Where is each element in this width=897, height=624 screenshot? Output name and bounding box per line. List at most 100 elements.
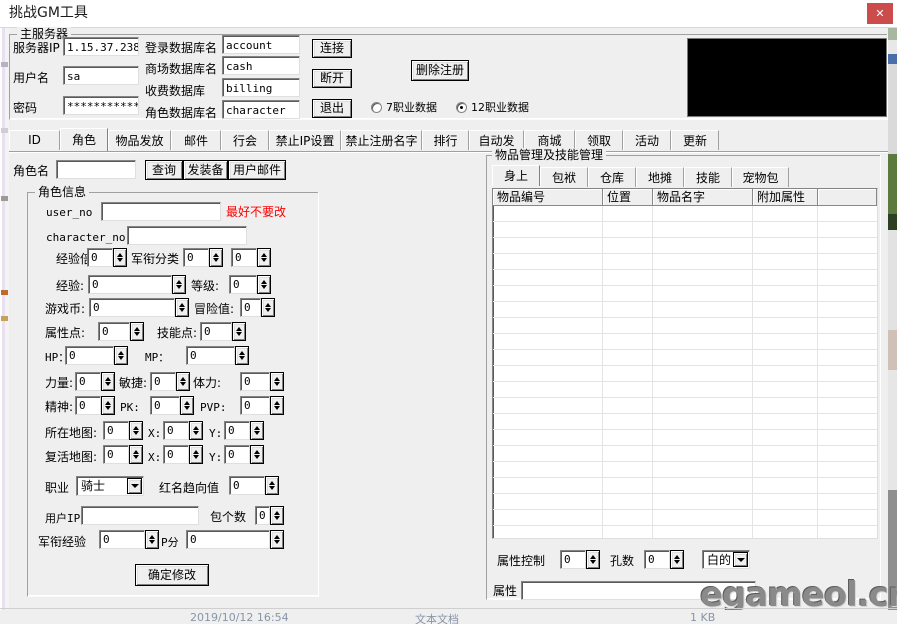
exp-multiplier-spinner[interactable]: 0 (87, 248, 127, 267)
attr-control-arrows[interactable] (586, 550, 600, 569)
tab-role[interactable]: 角色 (60, 128, 108, 151)
bag-count-value[interactable]: 0 (255, 506, 270, 525)
tab-claim[interactable]: 领取 (575, 130, 623, 150)
exp-multiplier-value[interactable]: 0 (87, 248, 113, 267)
revive-y-value[interactable]: 0 (224, 445, 250, 464)
table-row[interactable] (493, 286, 877, 302)
rank-exp-value[interactable]: 0 (99, 530, 145, 549)
p-score-value[interactable]: 0 (186, 530, 270, 549)
rank-exp-spinner[interactable]: 0 (99, 530, 159, 549)
item-list[interactable]: 物品编号 位置 物品名字 附加属性 (492, 188, 878, 539)
log-output-box[interactable] (687, 38, 887, 117)
hole-count-spinner[interactable]: 0 (644, 550, 684, 569)
current-map-value[interactable]: 0 (103, 421, 129, 440)
skill-points-value[interactable]: 0 (200, 322, 232, 341)
hp-value[interactable]: 0 (65, 346, 114, 365)
str-value[interactable]: 0 (75, 372, 101, 391)
pk-spinner[interactable]: 0 (150, 396, 194, 415)
exp-multiplier-arrows[interactable] (113, 248, 127, 267)
spirit-spinner[interactable]: 0 (75, 396, 115, 415)
disconnect-button[interactable]: 断开 (312, 69, 352, 88)
character-no-input[interactable] (127, 226, 247, 245)
revive-x-value[interactable]: 0 (163, 445, 189, 464)
rank-class-arrows[interactable] (209, 248, 223, 267)
table-row[interactable] (493, 334, 877, 350)
table-row[interactable] (493, 222, 877, 238)
table-row[interactable] (493, 254, 877, 270)
revive-y-arrows[interactable] (250, 445, 264, 464)
connect-button[interactable]: 连接 (312, 39, 352, 58)
exp-spinner[interactable]: 0 (88, 275, 186, 294)
exp-value[interactable]: 0 (88, 275, 172, 294)
spirit-arrows[interactable] (101, 396, 115, 415)
billing-db-input[interactable]: billing (222, 78, 300, 97)
table-row[interactable] (493, 382, 877, 398)
str-arrows[interactable] (101, 372, 115, 391)
current-map-arrows[interactable] (129, 421, 143, 440)
table-row[interactable] (493, 206, 877, 222)
table-row[interactable] (493, 350, 877, 366)
table-row[interactable] (493, 366, 877, 382)
pk-value[interactable]: 0 (150, 396, 180, 415)
table-row[interactable] (493, 398, 877, 414)
table-row[interactable] (493, 446, 877, 462)
revive-x-arrows[interactable] (189, 445, 203, 464)
agi-spinner[interactable]: 0 (150, 372, 190, 391)
tab-update[interactable]: 更新 (671, 130, 719, 150)
rank-class-spinner[interactable]: 0 (183, 248, 223, 267)
table-row[interactable] (493, 238, 877, 254)
table-row[interactable] (493, 462, 877, 478)
revive-x-spinner[interactable]: 0 (163, 445, 203, 464)
attr-points-arrows[interactable] (130, 322, 144, 341)
tab-name-ban[interactable]: 禁止注册名字 (341, 130, 422, 150)
column-item-name[interactable]: 物品名字 (653, 189, 753, 206)
spirit-value[interactable]: 0 (75, 396, 101, 415)
sta-spinner[interactable]: 0 (240, 372, 284, 391)
table-row[interactable] (493, 430, 877, 446)
confirm-modify-button[interactable]: 确定修改 (135, 564, 209, 586)
skill-points-spinner[interactable]: 0 (200, 322, 246, 341)
hole-count-value[interactable]: 0 (644, 550, 670, 569)
radio-7-jobs[interactable]: 7职业数据 (371, 99, 437, 115)
item-tab-warehouse[interactable]: 仓库 (588, 167, 636, 187)
attr-control-spinner[interactable]: 0 (560, 550, 600, 569)
server-ip-input[interactable]: 1.15.37.238 (63, 37, 139, 56)
query-button[interactable]: 查询 (145, 160, 183, 180)
radio-12-jobs[interactable]: 12职业数据 (456, 99, 529, 115)
skill-points-arrows[interactable] (232, 322, 246, 341)
item-tab-equipped[interactable]: 身上 (492, 165, 540, 186)
current-y-arrows[interactable] (250, 421, 264, 440)
hole-count-arrows[interactable] (670, 550, 684, 569)
rank-class2-arrows[interactable] (257, 248, 271, 267)
pvp-arrows[interactable] (270, 396, 284, 415)
item-tab-skills[interactable]: 技能 (684, 167, 732, 187)
pk-arrows[interactable] (180, 396, 194, 415)
item-tab-pet-bag[interactable]: 宠物包 (732, 167, 789, 187)
revive-map-value[interactable]: 0 (103, 445, 129, 464)
agi-value[interactable]: 0 (150, 372, 176, 391)
item-list-body[interactable] (493, 206, 877, 538)
bag-count-arrows[interactable] (270, 506, 284, 525)
money-spinner[interactable]: 0 (89, 298, 189, 317)
tab-item-grant[interactable]: 物品发放 (108, 130, 171, 150)
column-spacer[interactable] (818, 189, 877, 206)
user-ip-input[interactable] (81, 506, 199, 525)
mp-arrows[interactable] (235, 346, 249, 365)
money-arrows[interactable] (175, 298, 189, 317)
item-color-select[interactable]: 白的 (702, 550, 750, 569)
character-db-input[interactable]: character (222, 100, 300, 119)
p-score-spinner[interactable]: 0 (186, 530, 284, 549)
table-row[interactable] (493, 414, 877, 430)
character-name-input[interactable] (56, 160, 136, 179)
mp-value[interactable]: 0 (186, 346, 235, 365)
red-name-value[interactable]: 0 (229, 476, 265, 495)
chevron-down-icon[interactable] (127, 478, 142, 494)
tab-activity[interactable]: 活动 (623, 130, 671, 150)
tab-auto-send[interactable]: 自动发 (469, 130, 524, 150)
current-x-spinner[interactable]: 0 (163, 421, 203, 440)
mp-spinner[interactable]: 0 (186, 346, 249, 365)
adventure-arrows[interactable] (261, 298, 275, 317)
mall-db-input[interactable]: cash (222, 56, 300, 75)
send-equip-button[interactable]: 发装备 (183, 160, 228, 180)
table-row[interactable] (493, 478, 877, 494)
